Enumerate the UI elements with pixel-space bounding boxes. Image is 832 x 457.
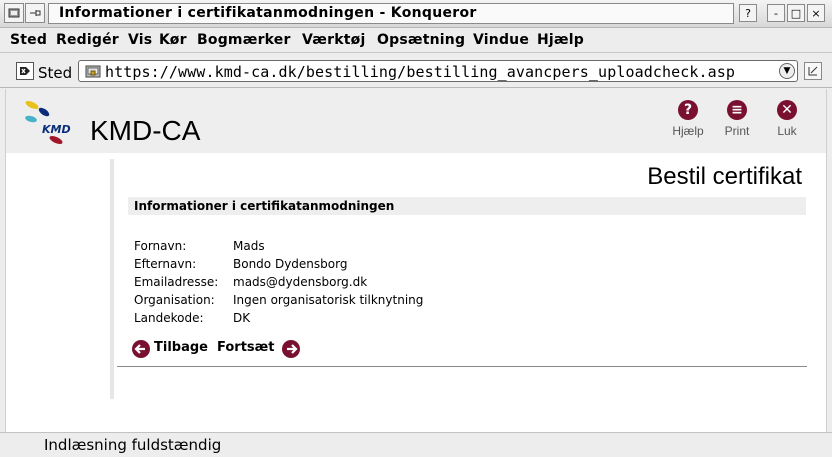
brand-name: KMD-CA bbox=[90, 115, 201, 146]
menu-kor[interactable]: Kør bbox=[159, 32, 187, 48]
help-window-button[interactable]: ? bbox=[739, 4, 757, 22]
menu-opsaetning[interactable]: Opsætning bbox=[377, 32, 465, 48]
menu-vaerktoj[interactable]: Værktøj bbox=[302, 32, 365, 48]
clear-location-icon[interactable] bbox=[16, 62, 34, 80]
minimize-button[interactable]: - bbox=[767, 4, 785, 22]
menu-rediger[interactable]: Redigér bbox=[56, 32, 119, 48]
app-menu-icon[interactable] bbox=[4, 3, 24, 23]
svg-text:KMD: KMD bbox=[42, 123, 71, 136]
menu-vindue[interactable]: Vindue bbox=[473, 32, 529, 48]
location-label: Sted bbox=[38, 64, 73, 82]
question-icon: ? bbox=[678, 100, 698, 120]
close-button[interactable]: ✕ Luk bbox=[767, 100, 807, 138]
section-title: Informationer i certifikatanmodningen bbox=[128, 197, 806, 215]
print-button[interactable]: ≡ Print bbox=[717, 100, 757, 138]
status-bar: Indlæsning fuldstændig bbox=[0, 432, 832, 457]
pin-icon[interactable] bbox=[25, 3, 45, 23]
close-window-button[interactable]: × bbox=[807, 4, 825, 22]
field-label: Efternavn: bbox=[134, 257, 197, 271]
menu-vis[interactable]: Vis bbox=[128, 32, 152, 48]
window-title: Informationer i certifikatanmodningen - … bbox=[48, 3, 734, 24]
maximize-button[interactable]: □ bbox=[787, 4, 805, 22]
field-label: Emailadresse: bbox=[134, 275, 219, 289]
print-label: Print bbox=[724, 124, 750, 138]
arrow-left-icon[interactable] bbox=[132, 340, 150, 358]
arrow-right-icon[interactable] bbox=[282, 340, 300, 358]
url-text: https://www.kmd-ca.dk/bestilling/bestill… bbox=[105, 63, 736, 81]
field-value: DK bbox=[233, 311, 251, 325]
divider-line bbox=[117, 366, 807, 367]
page-viewport: KMD KMD-CA ? Hjælp ≡ Print ✕ Luk Bestil … bbox=[5, 89, 827, 432]
field-value: Bondo Dydensborg bbox=[233, 257, 348, 271]
back-link[interactable]: Tilbage bbox=[154, 340, 208, 355]
close-label: Luk bbox=[777, 124, 797, 138]
lock-icon bbox=[85, 65, 101, 78]
url-field[interactable]: https://www.kmd-ca.dk/bestilling/bestill… bbox=[78, 60, 798, 82]
menu-bogmaerker[interactable]: Bogmærker bbox=[197, 32, 291, 48]
kmd-logo: KMD bbox=[25, 100, 71, 145]
left-divider bbox=[110, 159, 114, 399]
help-label: Hjælp bbox=[672, 124, 704, 138]
field-label: Organisation: bbox=[134, 293, 215, 307]
menu-sted[interactable]: Sted bbox=[10, 32, 47, 48]
continue-link[interactable]: Fortsæt bbox=[217, 340, 274, 355]
help-button[interactable]: ? Hjælp bbox=[668, 100, 708, 138]
status-text: Indlæsning fuldstændig bbox=[44, 436, 222, 454]
field-value: Ingen organisatorisk tilknytning bbox=[233, 293, 424, 307]
field-label: Landekode: bbox=[134, 311, 204, 325]
chevron-down-icon[interactable]: ▼ bbox=[779, 63, 795, 79]
location-toolbar: Sted https://www.kmd-ca.dk/bestilling/be… bbox=[0, 54, 832, 88]
menubar: Sted Redigér Vis Kør Bogmærker Værktøj O… bbox=[0, 28, 832, 53]
go-button[interactable] bbox=[804, 62, 822, 80]
close-icon: ✕ bbox=[777, 100, 797, 120]
window-titlebar: Informationer i certifikatanmodningen - … bbox=[0, 0, 832, 28]
print-icon: ≡ bbox=[727, 100, 747, 120]
field-value: mads@dydensborg.dk bbox=[233, 275, 368, 289]
field-label: Fornavn: bbox=[134, 239, 187, 253]
field-value: Mads bbox=[233, 239, 265, 253]
menu-hjaelp[interactable]: Hjælp bbox=[537, 32, 584, 48]
page-title: Bestil certifikat bbox=[647, 163, 802, 190]
site-header: KMD KMD-CA ? Hjælp ≡ Print ✕ Luk bbox=[6, 89, 826, 153]
